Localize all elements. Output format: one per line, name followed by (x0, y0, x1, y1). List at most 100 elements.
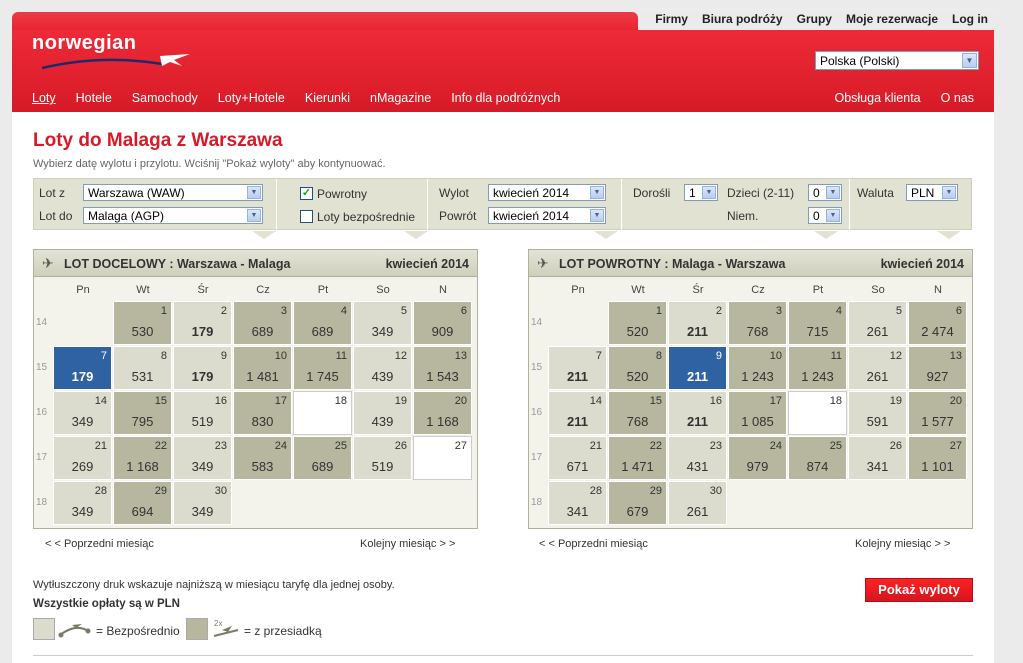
show-flights-button[interactable]: Pokaż wyloty (865, 578, 973, 602)
calendar-day-cell[interactable]: 23 431 (668, 436, 727, 480)
calendar-day-cell[interactable]: 5 349 (353, 301, 412, 345)
departure-month-select[interactable]: kwiecień 2014 ▼ (488, 184, 606, 201)
calendar-day-cell[interactable]: 7 179 (53, 346, 112, 390)
calendar-day-cell[interactable]: 16 519 (173, 391, 232, 435)
language-select[interactable]: Polska (Polski) ▼ (815, 51, 979, 70)
calendar-day-cell[interactable]: 13 927 (908, 346, 967, 390)
calendar-day-cell[interactable]: 23 349 (173, 436, 232, 480)
nav-item-samochody[interactable]: Samochody (132, 91, 198, 105)
day-number: 11 (335, 350, 347, 362)
calendar-day-cell[interactable]: 29 679 (608, 481, 667, 525)
infants-select[interactable]: 0 ▼ (808, 207, 842, 224)
calendar-day-cell[interactable]: 2 179 (173, 301, 232, 345)
calendar-day-cell[interactable]: 10 1 243 (728, 346, 787, 390)
currency-select[interactable]: PLN ▼ (906, 184, 958, 201)
calendar-day-cell[interactable]: 9 179 (173, 346, 232, 390)
calendar-day-cell[interactable]: 24 583 (233, 436, 292, 480)
return-next-month-link[interactable]: Kolejny miesiąc > > (855, 538, 950, 550)
util-link-biura[interactable]: Biura podróży (702, 12, 783, 30)
calendar-day-cell[interactable]: 26 519 (353, 436, 412, 480)
calendar-day-cell[interactable]: 21 671 (548, 436, 607, 480)
calendar-day-cell[interactable]: 22 1 471 (608, 436, 667, 480)
nav-item-obsluga[interactable]: Obsługa klienta (834, 91, 920, 105)
return-checkbox[interactable]: ✓ (300, 187, 313, 200)
day-price: 431 (686, 459, 709, 474)
calendar-day-cell[interactable]: 30 349 (173, 481, 232, 525)
week-number: 17 (531, 452, 543, 463)
calendar-day-cell[interactable]: 26 341 (848, 436, 907, 480)
calendar-day-cell[interactable]: 3 689 (233, 301, 292, 345)
return-prev-month-link[interactable]: < < Poprzedni miesiąc (539, 538, 648, 550)
calendar-day-cell[interactable]: 7 211 (548, 346, 607, 390)
calendar-day-cell[interactable]: 4 715 (788, 301, 847, 345)
calendar-day-cell[interactable]: 1 520 (608, 301, 667, 345)
calendar-day-cell[interactable]: 28 341 (548, 481, 607, 525)
day-price: 349 (71, 414, 94, 429)
calendar-day-cell[interactable]: 27 1 101 (908, 436, 967, 480)
children-select[interactable]: 0 ▼ (808, 184, 842, 201)
nav-item-nmagazine[interactable]: nMagazine (370, 91, 431, 105)
chevron-down-icon: ▼ (247, 186, 261, 199)
calendar-day-cell[interactable]: 19 591 (848, 391, 907, 435)
calendar-day-cell[interactable]: 25 874 (788, 436, 847, 480)
calendar-day-cell[interactable]: 17 1 085 (728, 391, 787, 435)
util-link-rezerwacje[interactable]: Moje rezerwacje (846, 12, 938, 30)
calendar-day-cell[interactable]: 22 1 168 (113, 436, 172, 480)
calendar-day-cell[interactable]: 9 211 (668, 346, 727, 390)
calendar-day-cell[interactable]: 15 795 (113, 391, 172, 435)
nav-item-o-nas[interactable]: O nas (941, 91, 974, 105)
calendar-day-cell[interactable]: 5 261 (848, 301, 907, 345)
calendar-day-cell[interactable]: 20 1 577 (908, 391, 967, 435)
calendar-day-cell[interactable]: 25 689 (293, 436, 352, 480)
from-select[interactable]: Warszawa (WAW) ▼ (83, 184, 263, 201)
return-month-select[interactable]: kwiecień 2014 ▼ (488, 207, 606, 224)
calendar-day-cell[interactable]: 13 1 543 (413, 346, 472, 390)
day-number: 30 (214, 485, 227, 497)
nav-item-kierunki[interactable]: Kierunki (305, 91, 350, 105)
calendar-day-cell[interactable]: 12 439 (353, 346, 412, 390)
util-link-grupy[interactable]: Grupy (797, 12, 832, 30)
calendar-day-cell[interactable]: 24 979 (728, 436, 787, 480)
calendar-day-cell[interactable]: 4 689 (293, 301, 352, 345)
calendar-day-cell[interactable]: 12 261 (848, 346, 907, 390)
calendar-day-cell[interactable]: 19 439 (353, 391, 412, 435)
nav-item-loty-hotele[interactable]: Loty+Hotele (218, 91, 285, 105)
outbound-prev-month-link[interactable]: < < Poprzedni miesiąc (45, 538, 154, 550)
calendar-day-cell[interactable]: 21 269 (53, 436, 112, 480)
day-number: 26 (889, 440, 902, 452)
nav-item-loty[interactable]: Loty (32, 91, 56, 105)
calendar-day-cell[interactable]: 6 909 (413, 301, 472, 345)
calendar-day-cell[interactable]: 14 211 (548, 391, 607, 435)
calendar-day-cell[interactable]: 11 1 745 (293, 346, 352, 390)
nav-item-hotele[interactable]: Hotele (76, 91, 112, 105)
calendar-day-cell[interactable]: 29 694 (113, 481, 172, 525)
nav-item-info[interactable]: Info dla podróżnych (451, 91, 560, 105)
calendar-day-cell[interactable]: 14 349 (53, 391, 112, 435)
calendar-day-cell[interactable]: 1 530 (113, 301, 172, 345)
day-number: 5 (895, 305, 902, 317)
calendar-day-cell[interactable]: 28 349 (53, 481, 112, 525)
calendar-day-cell[interactable]: 8 531 (113, 346, 172, 390)
calendar-day-cell[interactable]: 11 1 243 (788, 346, 847, 390)
calendar-day-cell[interactable]: 30 261 (668, 481, 727, 525)
day-price: 768 (746, 324, 769, 339)
calendar-day-cell[interactable]: 20 1 168 (413, 391, 472, 435)
outbound-next-month-link[interactable]: Kolejny miesiąc > > (360, 538, 455, 550)
calendar-day-cell[interactable]: 16 211 (668, 391, 727, 435)
calendar-day-cell[interactable]: 10 1 481 (233, 346, 292, 390)
week-number: 14 (36, 317, 48, 328)
util-link-login[interactable]: Log in (952, 12, 988, 30)
util-link-firmy[interactable]: Firmy (655, 12, 688, 30)
to-select[interactable]: Malaga (AGP) ▼ (83, 207, 263, 224)
currency-value: PLN (911, 186, 935, 200)
calendar-day-cell[interactable]: 3 768 (728, 301, 787, 345)
calendar-day-cell[interactable]: 8 520 (608, 346, 667, 390)
calendar-day-cell[interactable]: 17 830 (233, 391, 292, 435)
adults-select[interactable]: 1 ▼ (684, 184, 718, 201)
calendar-day-cell[interactable]: 15 768 (608, 391, 667, 435)
calendar-day-cell[interactable]: 2 211 (668, 301, 727, 345)
day-number: 8 (160, 350, 167, 362)
day-price: 1 481 (246, 369, 279, 384)
direct-checkbox[interactable] (300, 210, 313, 223)
calendar-day-cell[interactable]: 62 474 (908, 301, 967, 345)
